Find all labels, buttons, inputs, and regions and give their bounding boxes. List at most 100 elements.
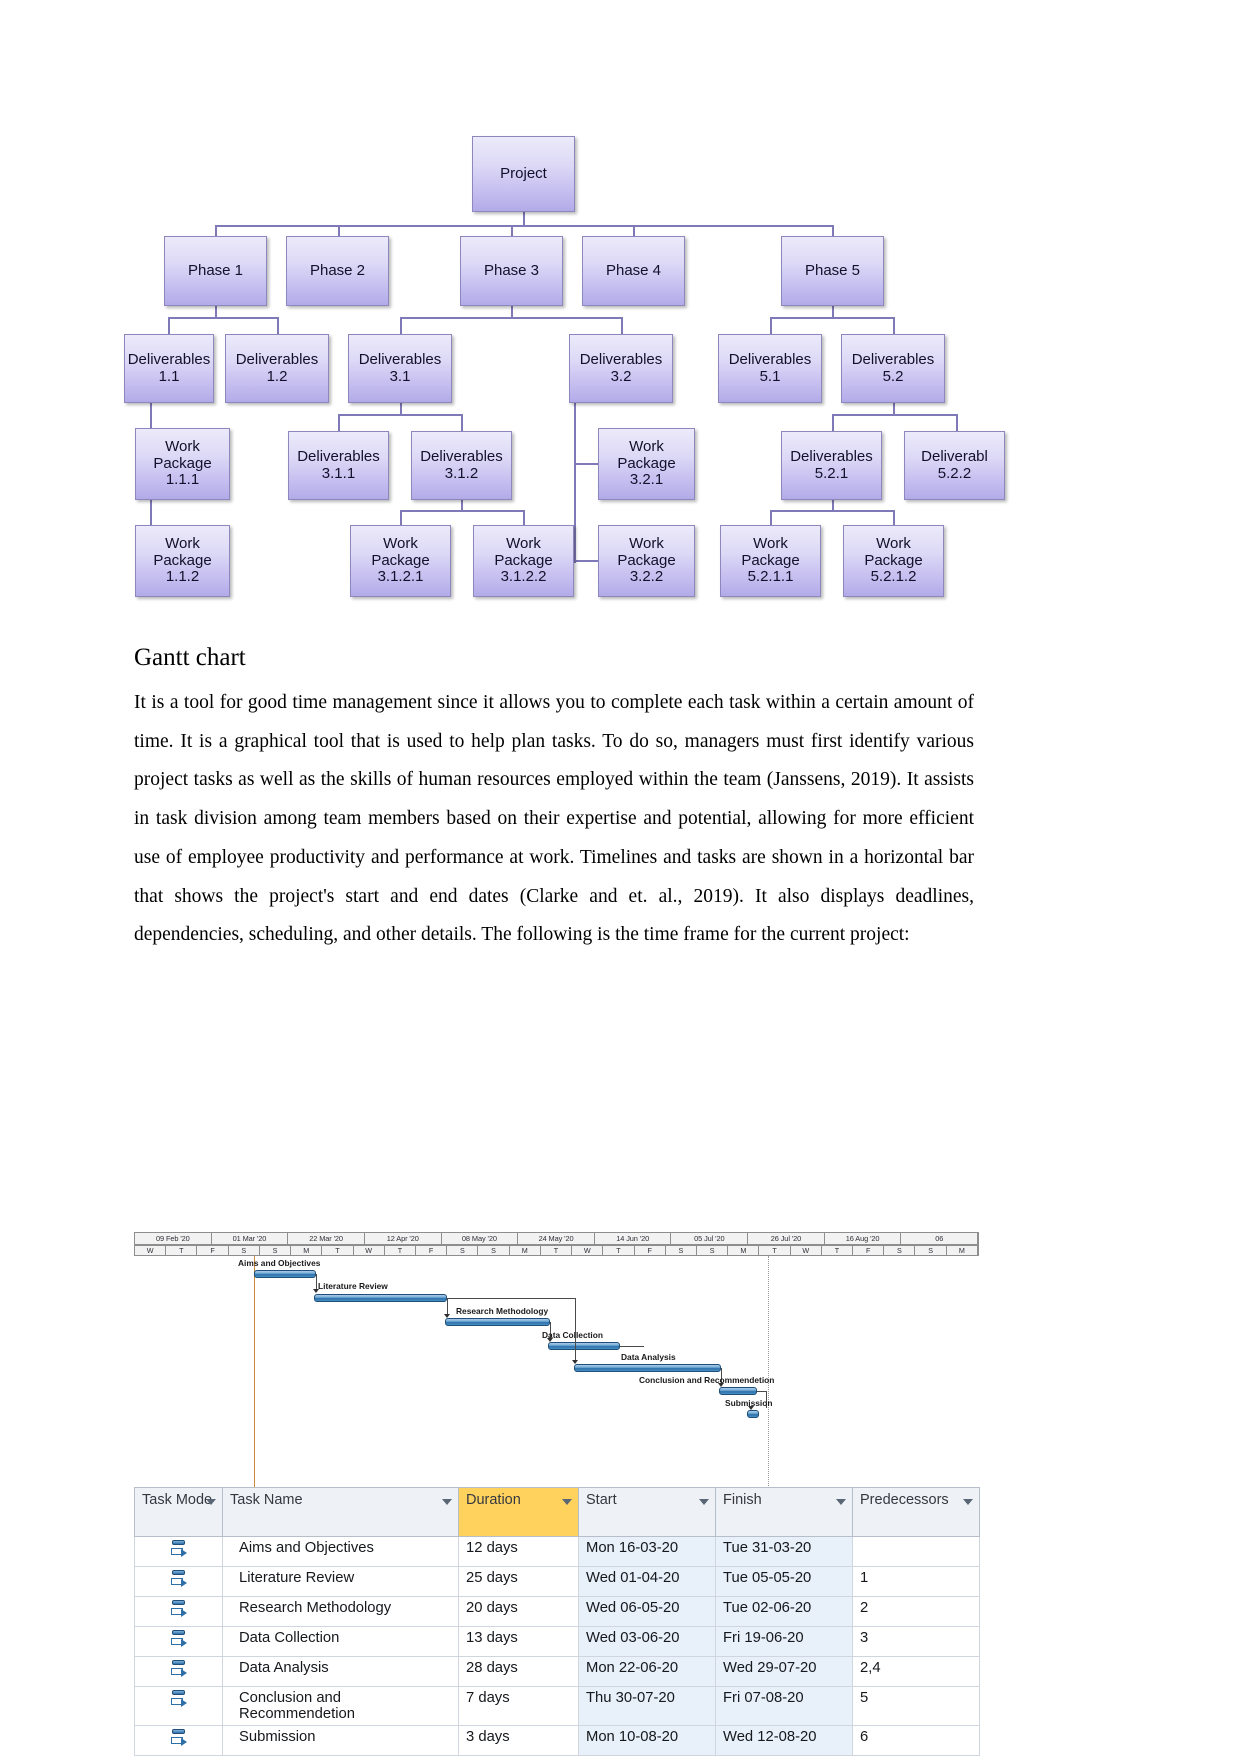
task-mode-cell[interactable] bbox=[134, 1725, 223, 1756]
wbs-node-deliverables-3-1-2[interactable]: Deliverables 3.1.2 bbox=[411, 431, 512, 500]
table-row[interactable]: Data Analysis 28 days Mon 22-06-20 Wed 29-0… bbox=[134, 1656, 980, 1687]
column-header-start[interactable]: Start bbox=[578, 1487, 716, 1537]
gantt-bar[interactable] bbox=[445, 1318, 550, 1326]
wbs-node-work-package-3-2-1[interactable]: Work Package 3.2.1 bbox=[598, 428, 695, 500]
task-mode-cell[interactable] bbox=[134, 1656, 223, 1687]
table-row[interactable]: Conclusion and Recommendetion 7 days Thu 3… bbox=[134, 1686, 980, 1726]
wbs-node-phase-4[interactable]: Phase 4 bbox=[582, 236, 685, 306]
start-date-cell[interactable]: Mon 16-03-20 bbox=[578, 1536, 716, 1567]
duration-cell[interactable]: 13 days bbox=[458, 1626, 579, 1657]
gantt-bar[interactable] bbox=[254, 1270, 316, 1278]
wbs-node-deliverables-5-2-2[interactable]: Deliverabl 5.2.2 bbox=[904, 431, 1005, 500]
filter-dropdown-icon[interactable] bbox=[699, 1499, 709, 1505]
finish-date-cell[interactable]: Tue 02-06-20 bbox=[715, 1596, 853, 1627]
table-row[interactable]: Literature Review 25 days Wed 01-04-20 Tue … bbox=[134, 1566, 980, 1597]
duration-cell[interactable]: 20 days bbox=[458, 1596, 579, 1627]
task-name-cell[interactable]: Data Analysis bbox=[222, 1656, 459, 1687]
column-header-duration[interactable]: Duration bbox=[458, 1487, 579, 1537]
gantt-day-label: F bbox=[197, 1246, 229, 1255]
filter-dropdown-icon[interactable] bbox=[442, 1499, 452, 1505]
start-date-cell[interactable]: Wed 01-04-20 bbox=[578, 1566, 716, 1597]
gantt-bar[interactable] bbox=[719, 1387, 757, 1395]
auto-schedule-icon bbox=[169, 1629, 189, 1649]
start-date-cell[interactable]: Mon 10-08-20 bbox=[578, 1725, 716, 1756]
finish-date-cell[interactable]: Tue 05-05-20 bbox=[715, 1566, 853, 1597]
start-date-cell[interactable]: Wed 03-06-20 bbox=[578, 1626, 716, 1657]
duration-cell[interactable]: 25 days bbox=[458, 1566, 579, 1597]
predecessors-cell[interactable]: 1 bbox=[852, 1566, 980, 1597]
predecessors-cell[interactable]: 3 bbox=[852, 1626, 980, 1657]
predecessors-cell[interactable]: 6 bbox=[852, 1725, 980, 1756]
task-mode-cell[interactable] bbox=[134, 1566, 223, 1597]
predecessors-cell[interactable]: 2 bbox=[852, 1596, 980, 1627]
finish-date-cell[interactable]: Tue 31-03-20 bbox=[715, 1536, 853, 1567]
gantt-bar[interactable] bbox=[574, 1364, 721, 1372]
wbs-node-deliverables-5-2-1[interactable]: Deliverables 5.2.1 bbox=[781, 431, 882, 500]
predecessors-cell[interactable] bbox=[852, 1536, 980, 1567]
start-date-cell[interactable]: Wed 06-05-20 bbox=[578, 1596, 716, 1627]
gantt-bar[interactable] bbox=[747, 1410, 759, 1418]
gantt-day-label: S bbox=[884, 1246, 916, 1255]
gantt-bar[interactable] bbox=[314, 1294, 447, 1302]
gantt-week-label: 24 May '20 bbox=[518, 1233, 595, 1244]
filter-dropdown-icon[interactable] bbox=[836, 1499, 846, 1505]
wbs-node-phase-3[interactable]: Phase 3 bbox=[460, 236, 563, 306]
column-header-predecessors[interactable]: Predecessors bbox=[852, 1487, 980, 1537]
column-header-task-mode[interactable]: Task Mode bbox=[134, 1487, 223, 1537]
table-row[interactable]: Research Methodology 20 days Wed 06-05-20 T… bbox=[134, 1596, 980, 1627]
wbs-node-work-package-3-1-2-2[interactable]: Work Package 3.1.2.2 bbox=[473, 525, 574, 597]
gantt-bar-label: Aims and Objectives bbox=[238, 1258, 321, 1268]
finish-date-cell[interactable]: Wed 12-08-20 bbox=[715, 1725, 853, 1756]
duration-cell[interactable]: 28 days bbox=[458, 1656, 579, 1687]
gantt-day-label: M bbox=[728, 1246, 760, 1255]
gantt-week-label: 08 May '20 bbox=[442, 1233, 519, 1244]
table-row[interactable]: Data Collection 13 days Wed 03-06-20 Fri 19… bbox=[134, 1626, 980, 1657]
task-name-cell[interactable]: Submission bbox=[222, 1725, 459, 1756]
gantt-bar[interactable] bbox=[548, 1342, 620, 1350]
task-name-cell[interactable]: Conclusion and Recommendetion bbox=[222, 1686, 459, 1726]
task-name-cell[interactable]: Literature Review bbox=[222, 1566, 459, 1597]
wbs-node-phase-1[interactable]: Phase 1 bbox=[164, 236, 267, 306]
task-mode-cell[interactable] bbox=[134, 1596, 223, 1627]
task-mode-cell[interactable] bbox=[134, 1536, 223, 1567]
wbs-node-deliverables-3-1-1[interactable]: Deliverables 3.1.1 bbox=[288, 431, 389, 500]
task-name-cell[interactable]: Research Methodology bbox=[222, 1596, 459, 1627]
duration-cell[interactable]: 3 days bbox=[458, 1725, 579, 1756]
predecessors-cell[interactable]: 5 bbox=[852, 1686, 980, 1726]
wbs-node-work-package-1-1-1[interactable]: Work Package 1.1.1 bbox=[135, 428, 230, 500]
gantt-day-label: S bbox=[260, 1246, 292, 1255]
predecessors-cell[interactable]: 2,4 bbox=[852, 1656, 980, 1687]
table-row[interactable]: Submission 3 days Mon 10-08-20 Wed 12-08-20… bbox=[134, 1725, 980, 1756]
duration-cell[interactable]: 12 days bbox=[458, 1536, 579, 1567]
wbs-node-work-package-3-1-2-1[interactable]: Work Package 3.1.2.1 bbox=[350, 525, 451, 597]
column-header-task-name[interactable]: Task Name bbox=[222, 1487, 459, 1537]
wbs-node-deliverables-1-2[interactable]: Deliverables 1.2 bbox=[225, 334, 329, 403]
wbs-node-phase-5[interactable]: Phase 5 bbox=[781, 236, 884, 306]
task-name-cell[interactable]: Data Collection bbox=[222, 1626, 459, 1657]
wbs-node-work-package-5-2-1-1[interactable]: Work Package 5.2.1.1 bbox=[720, 525, 821, 597]
task-name-cell[interactable]: Aims and Objectives bbox=[222, 1536, 459, 1567]
finish-date-cell[interactable]: Fri 07-08-20 bbox=[715, 1686, 853, 1726]
task-mode-cell[interactable] bbox=[134, 1626, 223, 1657]
wbs-node-work-package-1-1-2[interactable]: Work Package 1.1.2 bbox=[135, 525, 230, 597]
wbs-node-deliverables-5-2[interactable]: Deliverables 5.2 bbox=[841, 334, 945, 403]
duration-cell[interactable]: 7 days bbox=[458, 1686, 579, 1726]
wbs-node-phase-2[interactable]: Phase 2 bbox=[286, 236, 389, 306]
task-mode-cell[interactable] bbox=[134, 1686, 223, 1726]
start-date-cell[interactable]: Thu 30-07-20 bbox=[578, 1686, 716, 1726]
start-date-cell[interactable]: Mon 22-06-20 bbox=[578, 1656, 716, 1687]
wbs-node-deliverables-3-1[interactable]: Deliverables 3.1 bbox=[348, 334, 452, 403]
filter-dropdown-icon[interactable] bbox=[206, 1499, 216, 1505]
wbs-node-deliverables-3-2[interactable]: Deliverables 3.2 bbox=[569, 334, 673, 403]
wbs-node-project[interactable]: Project bbox=[472, 136, 575, 212]
filter-dropdown-icon[interactable] bbox=[562, 1499, 572, 1505]
column-header-finish[interactable]: Finish bbox=[715, 1487, 853, 1537]
wbs-node-deliverables-1-1[interactable]: Deliverables 1.1 bbox=[124, 334, 214, 403]
filter-dropdown-icon[interactable] bbox=[963, 1499, 973, 1505]
finish-date-cell[interactable]: Fri 19-06-20 bbox=[715, 1626, 853, 1657]
wbs-node-deliverables-5-1[interactable]: Deliverables 5.1 bbox=[718, 334, 822, 403]
wbs-node-work-package-5-2-1-2[interactable]: Work Package 5.2.1.2 bbox=[843, 525, 944, 597]
finish-date-cell[interactable]: Wed 29-07-20 bbox=[715, 1656, 853, 1687]
table-row[interactable]: Aims and Objectives 12 days Mon 16-03-20 Tu… bbox=[134, 1536, 980, 1567]
wbs-node-work-package-3-2-2[interactable]: Work Package 3.2.2 bbox=[598, 525, 695, 597]
